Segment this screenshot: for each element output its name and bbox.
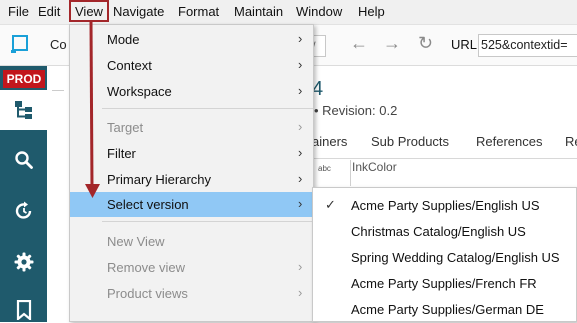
reload-icon[interactable]: ↻ xyxy=(418,33,433,54)
menu-format[interactable]: Format xyxy=(178,0,219,24)
menu-view[interactable]: View xyxy=(69,0,109,22)
submenu-arrow-icon: › xyxy=(298,285,303,300)
version-label: Christmas Catalog/English US xyxy=(351,224,526,239)
version-label: Acme Party Supplies/German DE xyxy=(351,302,544,317)
submenu-arrow-icon: › xyxy=(298,119,303,134)
menu-item-product-views: Product views › xyxy=(70,281,313,306)
tab-divider xyxy=(312,158,577,159)
version-item-acme-german-de[interactable]: Acme Party Supplies/German DE xyxy=(313,297,576,323)
menu-item-workspace[interactable]: Workspace › xyxy=(70,79,313,104)
revision-label: • Revision: 0.2 xyxy=(314,103,398,118)
submenu-arrow-icon: › xyxy=(298,145,303,160)
forward-arrow-icon[interactable]: → xyxy=(383,33,401,54)
history-icon[interactable] xyxy=(14,201,34,221)
bookmark-icon[interactable] xyxy=(14,300,34,320)
version-label: Acme Party Supplies/English US xyxy=(351,198,540,213)
menu-item-context[interactable]: Context › xyxy=(70,53,313,78)
menu-file[interactable]: File xyxy=(8,0,29,24)
gear-icon[interactable] xyxy=(14,252,34,272)
version-label: Spring Wedding Catalog/English US xyxy=(351,250,560,265)
submenu-arrow-icon: › xyxy=(298,259,303,274)
menu-item-mode[interactable]: Mode › xyxy=(70,27,313,52)
submenu-arrow-icon: › xyxy=(298,83,303,98)
tab-references[interactable]: References xyxy=(476,134,542,149)
check-icon: ✓ xyxy=(325,197,336,212)
menu-item-label: Target xyxy=(107,120,144,135)
tab-sub-products[interactable]: Sub Products xyxy=(371,134,449,149)
menu-item-label: Filter xyxy=(107,146,136,161)
url-input[interactable]: 525&contextid= xyxy=(478,34,577,57)
menu-help[interactable]: Help xyxy=(358,0,385,24)
menu-item-target: Target › xyxy=(70,115,313,140)
menu-item-label: Context xyxy=(107,58,152,73)
menu-item-label: Primary Hierarchy xyxy=(107,172,212,187)
submenu-arrow-icon: › xyxy=(298,57,303,72)
attribute-row-label: InkColor xyxy=(352,160,397,174)
column-divider xyxy=(350,160,351,186)
version-label: Acme Party Supplies/French FR xyxy=(351,276,537,291)
tab-containers[interactable]: ainers xyxy=(312,134,347,149)
menu-item-label: Remove view xyxy=(107,260,186,275)
submenu-arrow-icon: › xyxy=(298,171,303,186)
menu-item-label: Product views xyxy=(107,286,188,301)
environment-badge: PROD xyxy=(3,70,45,88)
menu-item-primary-hierarchy[interactable]: Primary Hierarchy › xyxy=(70,167,313,192)
select-version-submenu: ✓ Acme Party Supplies/English US Christm… xyxy=(312,187,577,322)
back-arrow-icon[interactable]: ← xyxy=(350,33,368,54)
menu-separator xyxy=(102,221,313,222)
toolbar-title-fragment: Co xyxy=(50,37,67,52)
version-item-acme-english-us[interactable]: ✓ Acme Party Supplies/English US xyxy=(313,193,576,219)
menu-item-new-view: New View xyxy=(70,229,313,254)
tree-icon xyxy=(15,101,32,119)
menu-item-filter[interactable]: Filter › xyxy=(70,141,313,166)
sidebar-item-tree[interactable] xyxy=(0,90,47,130)
menu-item-label: Mode xyxy=(107,32,140,47)
menu-item-label: Select version xyxy=(107,197,189,212)
editor-tab-stub xyxy=(52,78,64,91)
tab-truncated[interactable]: Re xyxy=(565,134,577,149)
new-window-icon[interactable] xyxy=(11,35,28,53)
menu-bar: File Edit View Navigate Format Maintain … xyxy=(0,0,577,25)
version-item-christmas-english-us[interactable]: Christmas Catalog/English US xyxy=(313,219,576,245)
text-type-icon: abc xyxy=(318,164,331,173)
menu-separator xyxy=(102,108,313,109)
submenu-arrow-icon: › xyxy=(298,31,303,46)
menu-window[interactable]: Window xyxy=(296,0,342,24)
submenu-arrow-icon: › xyxy=(298,196,303,211)
view-menu: Mode › Context › Workspace › Target › Fi… xyxy=(69,24,314,322)
menu-item-label: Workspace xyxy=(107,84,172,99)
menu-maintain[interactable]: Maintain xyxy=(234,0,283,24)
menu-navigate[interactable]: Navigate xyxy=(113,0,164,24)
version-item-acme-french-fr[interactable]: Acme Party Supplies/French FR xyxy=(313,271,576,297)
menu-edit[interactable]: Edit xyxy=(38,0,60,24)
menu-item-select-version[interactable]: Select version › xyxy=(70,192,313,217)
url-label: URL xyxy=(451,37,478,52)
menu-item-remove-view: Remove view › xyxy=(70,255,313,280)
version-item-spring-wedding-english-us[interactable]: Spring Wedding Catalog/English US xyxy=(313,245,576,271)
search-icon[interactable] xyxy=(14,150,34,170)
menu-item-label: New View xyxy=(107,234,165,249)
